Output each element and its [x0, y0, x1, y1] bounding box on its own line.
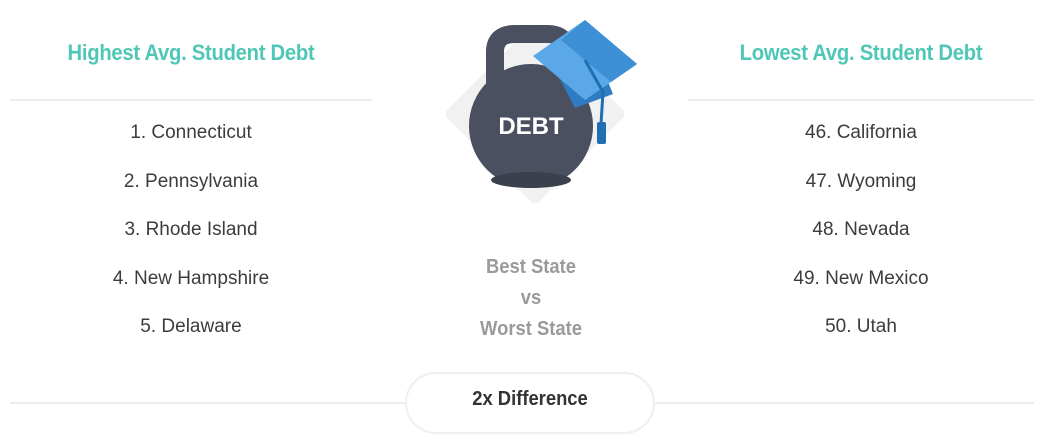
highest-debt-title: Highest Avg. Student Debt	[67, 40, 315, 65]
bottom-divider-left	[10, 402, 407, 404]
list-item: 1. Connecticut	[130, 122, 252, 143]
list-item: 4. New Hampshire	[112, 267, 270, 289]
divider	[10, 99, 372, 101]
list-item: 50. Utah	[825, 316, 897, 337]
compare-line: Best State	[486, 256, 576, 278]
list-item: 48. Nevada	[812, 219, 910, 240]
lowest-debt-title: Lowest Avg. Student Debt	[739, 40, 983, 65]
divider	[688, 99, 1034, 101]
best-vs-worst-label: Best State vs Worst State	[439, 252, 623, 345]
list-item: 47. Wyoming	[805, 170, 917, 192]
list-item: 2. Pennsylvania	[123, 170, 259, 192]
lowest-debt-list: 46. California 47. Wyoming 48. Nevada 49…	[688, 118, 1034, 361]
bottom-divider-right	[653, 402, 1034, 404]
list-item: 5. Delaware	[140, 316, 242, 337]
list-item: 49. New Mexico	[793, 267, 929, 289]
debt-weight-illustration: DEBT	[425, 4, 645, 224]
compare-line: Worst State	[480, 318, 582, 340]
list-item: 3. Rhode Island	[124, 219, 258, 240]
highest-debt-list: 1. Connecticut 2. Pennsylvania 3. Rhode …	[10, 118, 372, 361]
compare-line: vs	[520, 287, 542, 309]
list-item: 46. California	[805, 122, 917, 143]
weight-label: DEBT	[498, 113, 564, 140]
difference-badge: 2x Difference	[405, 372, 655, 434]
difference-label: 2x Difference	[472, 388, 588, 410]
